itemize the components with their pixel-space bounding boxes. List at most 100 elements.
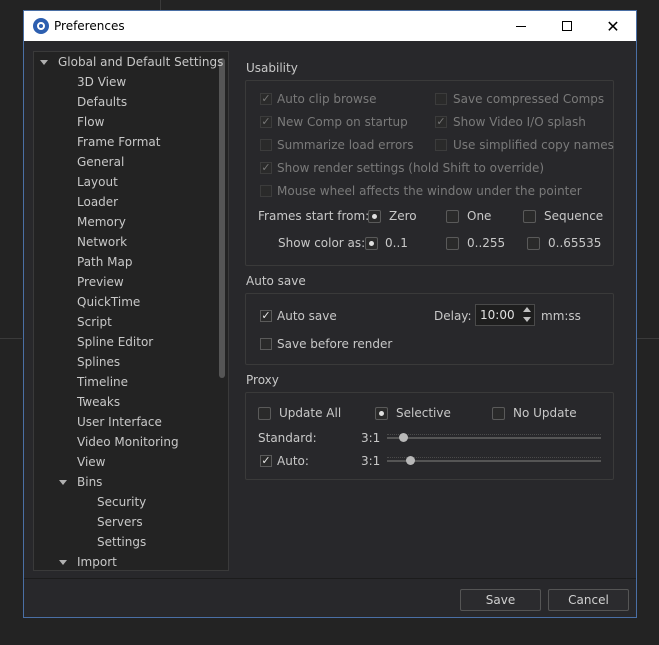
delay-value: 10:00 [480, 308, 515, 322]
tree-item-label: Timeline [77, 375, 129, 389]
save-before-render-checkbox[interactable] [260, 338, 272, 350]
mouse-wheel-checkbox[interactable] [260, 185, 272, 197]
save-compressed-checkbox[interactable] [435, 93, 447, 105]
proxy-update-all-radio[interactable] [258, 407, 271, 420]
frames-start-zero-radio[interactable] [368, 210, 381, 223]
show-render-checkbox[interactable]: ✓ [260, 162, 272, 174]
save-compressed-label: Save compressed Comps [453, 92, 605, 106]
tree-item[interactable]: Frame Format [34, 132, 214, 152]
autosave-group [245, 293, 614, 365]
delay-unit: mm:ss [541, 309, 581, 323]
delay-label: Delay: [434, 309, 472, 323]
tree-scrollbar-thumb[interactable] [219, 58, 225, 378]
spin-up-icon[interactable] [523, 307, 531, 312]
auto-slider-thumb[interactable] [406, 456, 415, 465]
tree-item[interactable]: Timeline [34, 372, 214, 392]
footer-separator [24, 578, 636, 579]
title-bar: Preferences ✕ [24, 11, 636, 41]
auto-slider[interactable] [387, 460, 601, 462]
spin-down-icon[interactable] [523, 317, 531, 322]
tree-item[interactable]: View [34, 452, 214, 472]
new-comp-label: New Comp on startup [277, 115, 408, 129]
simplified-copy-checkbox[interactable] [435, 139, 447, 151]
tree-item-label: Settings [97, 535, 147, 549]
tree-item[interactable]: Video Monitoring [34, 432, 214, 452]
simplified-copy-label: Use simplified copy names [453, 138, 614, 152]
tree-item[interactable]: Layout [34, 172, 214, 192]
tree-item[interactable]: 3D View [34, 72, 214, 92]
tree-item-label: User Interface [77, 415, 162, 429]
show-color-01-label: 0..1 [385, 236, 408, 250]
settings-tree[interactable]: Global and Default Settings 3D View Defaul… [33, 51, 229, 571]
auto-save-checkbox[interactable]: ✓ [260, 310, 272, 322]
tree-item[interactable]: User Interface [34, 412, 214, 432]
tree-item[interactable]: Servers [34, 512, 214, 532]
show-color-0255-radio[interactable] [446, 237, 459, 250]
tree-item-label: Splines [77, 355, 121, 369]
expand-arrow-icon[interactable] [59, 480, 67, 485]
show-video-io-checkbox[interactable]: ✓ [435, 116, 447, 128]
tree-item[interactable]: Loader [34, 192, 214, 212]
auto-clip-browse-label: Auto clip browse [277, 92, 377, 106]
tree-item[interactable]: General [34, 152, 214, 172]
minimize-button[interactable] [498, 11, 544, 41]
close-button[interactable]: ✕ [590, 11, 636, 41]
tree-item[interactable]: Spline Editor [34, 332, 214, 352]
tree-item[interactable]: Path Map [34, 252, 214, 272]
standard-slider[interactable] [387, 437, 601, 439]
frames-start-sequence-radio[interactable] [523, 210, 536, 223]
tree-item[interactable]: Preview [34, 272, 214, 292]
standard-slider-thumb[interactable] [399, 433, 408, 442]
tree-item[interactable]: Bins [34, 472, 214, 492]
expand-arrow-icon[interactable] [40, 60, 48, 65]
summarize-errors-checkbox[interactable] [260, 139, 272, 151]
tree-item-label: Preview [77, 275, 124, 289]
auto-save-label: Auto save [277, 309, 337, 323]
background-line [637, 338, 659, 339]
tree-item-label: QuickTime [77, 295, 141, 309]
tree-item-label: View [77, 455, 106, 469]
tree-item[interactable]: Tweaks [34, 392, 214, 412]
autosave-title: Auto save [246, 274, 306, 288]
usability-title: Usability [246, 61, 298, 75]
show-color-01-radio[interactable] [365, 237, 378, 250]
tree-item-label: Loader [77, 195, 119, 209]
tree-item[interactable]: Import [34, 552, 214, 570]
proxy-no-update-radio[interactable] [492, 407, 505, 420]
proxy-selective-radio[interactable] [375, 407, 388, 420]
proxy-auto-checkbox[interactable]: ✓ [260, 455, 272, 467]
tree-item-label: Script [77, 315, 112, 329]
tree-item-label: Bins [77, 475, 103, 489]
delay-spin-arrows[interactable] [523, 307, 532, 323]
save-button[interactable]: Save [460, 589, 541, 611]
tree-item[interactable]: Global and Default Settings [34, 52, 223, 72]
proxy-update-all-label: Update All [279, 406, 342, 420]
tree-item[interactable]: Memory [34, 212, 214, 232]
close-icon: ✕ [606, 16, 620, 36]
auto-clip-browse-checkbox[interactable]: ✓ [260, 93, 272, 105]
show-color-065535-radio[interactable] [527, 237, 540, 250]
tree-item[interactable]: Network [34, 232, 214, 252]
expand-arrow-icon[interactable] [59, 560, 67, 565]
tree-scrollbar[interactable] [217, 52, 227, 570]
tree-item[interactable]: Settings [34, 532, 214, 552]
proxy-auto-value: 3:1 [361, 454, 381, 468]
tree-item[interactable]: Security [34, 492, 214, 512]
tree-item[interactable]: Splines [34, 352, 214, 372]
new-comp-checkbox[interactable]: ✓ [260, 116, 272, 128]
tree-item[interactable]: Script [34, 312, 214, 332]
tree-item[interactable]: Defaults [34, 92, 214, 112]
save-before-render-label: Save before render [277, 337, 393, 351]
delay-spinbox[interactable]: 10:00 [475, 304, 535, 326]
frames-start-sequence-label: Sequence [544, 209, 604, 223]
tree-item[interactable]: Flow [34, 112, 214, 132]
proxy-title: Proxy [246, 373, 279, 387]
window-title: Preferences [54, 19, 125, 33]
frames-start-one-radio[interactable] [446, 210, 459, 223]
proxy-selective-label: Selective [396, 406, 451, 420]
tree-item[interactable]: QuickTime [34, 292, 214, 312]
cancel-button[interactable]: Cancel [548, 589, 629, 611]
show-video-io-label: Show Video I/O splash [453, 115, 586, 129]
maximize-button[interactable] [544, 11, 590, 41]
tree-item-label: Video Monitoring [77, 435, 179, 449]
